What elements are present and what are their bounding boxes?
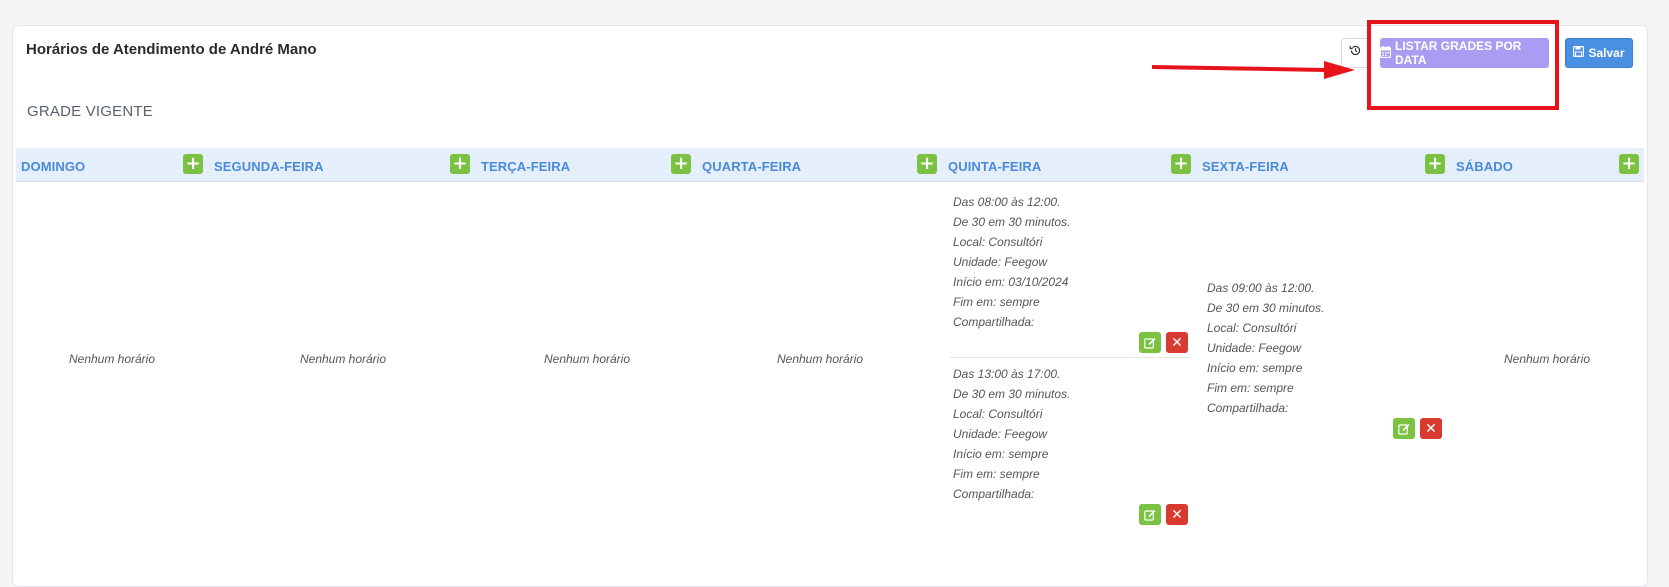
- day-label-saturday: SÁBADO: [1456, 159, 1513, 174]
- add-wednesday-slot-button[interactable]: +: [917, 154, 937, 174]
- edit-icon: [1144, 337, 1156, 349]
- close-icon: ✕: [1171, 506, 1183, 523]
- slot-end: Fim em: sempre: [1207, 381, 1294, 395]
- calendar-icon: [1379, 45, 1392, 61]
- slot-start: Início em: sempre: [953, 447, 1049, 461]
- schedule-card: [12, 25, 1648, 587]
- saturday-empty-text: Nenhum horário: [1503, 352, 1591, 366]
- monday-empty-text: Nenhum horário: [299, 352, 387, 366]
- close-icon: ✕: [1171, 334, 1183, 351]
- slot-start: Início em: sempre: [1207, 361, 1303, 375]
- day-label-wednesday: QUARTA-FEIRA: [702, 159, 802, 174]
- day-label-thursday: QUINTA-FEIRA: [948, 159, 1042, 174]
- floppy-disk-icon: [1573, 46, 1585, 60]
- list-grades-by-date-button[interactable]: LISTAR GRADES POR DATA: [1379, 38, 1549, 68]
- tuesday-empty-text: Nenhum horário: [543, 352, 631, 366]
- edit-friday-slot-1-button[interactable]: [1393, 418, 1415, 439]
- slot-local: Local: Consultóri: [953, 407, 1043, 421]
- edit-thursday-slot-1-button[interactable]: [1139, 332, 1161, 353]
- history-button[interactable]: [1341, 38, 1369, 68]
- add-thursday-slot-button[interactable]: +: [1171, 154, 1191, 174]
- slot-unit: Unidade: Feegow: [953, 255, 1048, 269]
- slot-interval: De 30 em 30 minutos.: [1207, 301, 1325, 315]
- slot-local: Local: Consultóri: [1207, 321, 1297, 335]
- slot-interval: De 30 em 30 minutos.: [953, 215, 1071, 229]
- history-icon: [1349, 44, 1362, 62]
- save-label: Salvar: [1588, 46, 1625, 60]
- slot-unit: Unidade: Feegow: [953, 427, 1048, 441]
- slot-interval: De 30 em 30 minutos.: [953, 387, 1071, 401]
- slot-shared: Compartilhada:: [953, 315, 1035, 329]
- close-icon: ✕: [1425, 420, 1437, 437]
- sunday-empty-text: Nenhum horário: [68, 352, 156, 366]
- slot-time: Das 09:00 às 12:00.: [1207, 281, 1315, 295]
- thursday-slot-2: Das 13:00 às 17:00. De 30 em 30 minutos.…: [953, 364, 1070, 504]
- thursday-slot-1: Das 08:00 às 12:00. De 30 em 30 minutos.…: [953, 192, 1070, 332]
- add-saturday-slot-button[interactable]: +: [1619, 154, 1639, 174]
- slot-local: Local: Consultóri: [953, 235, 1043, 249]
- slot-start: Início em: 03/10/2024: [953, 275, 1069, 289]
- add-monday-slot-button[interactable]: +: [450, 154, 470, 174]
- edit-icon: [1144, 509, 1156, 521]
- day-label-monday: SEGUNDA-FEIRA: [214, 159, 324, 174]
- add-friday-slot-button[interactable]: +: [1425, 154, 1445, 174]
- slot-time: Das 08:00 às 12:00.: [953, 195, 1061, 209]
- delete-thursday-slot-2-button[interactable]: ✕: [1166, 504, 1188, 525]
- add-sunday-slot-button[interactable]: +: [183, 154, 203, 174]
- section-title: GRADE VIGENTE: [27, 103, 153, 120]
- delete-thursday-slot-1-button[interactable]: ✕: [1166, 332, 1188, 353]
- edit-thursday-slot-2-button[interactable]: [1139, 504, 1161, 525]
- day-label-sunday: DOMINGO: [21, 159, 86, 174]
- weekday-header-row: DOMINGO + SEGUNDA-FEIRA + TERÇA-FEIRA + …: [16, 148, 1644, 182]
- wednesday-empty-text: Nenhum horário: [776, 352, 864, 366]
- list-grades-label: LISTAR GRADES POR DATA: [1395, 39, 1522, 67]
- edit-icon: [1398, 423, 1410, 435]
- page-title: Horários de Atendimento de André Mano: [26, 41, 317, 58]
- day-label-friday: SEXTA-FEIRA: [1202, 159, 1289, 174]
- slot-shared: Compartilhada:: [1207, 401, 1289, 415]
- slot-end: Fim em: sempre: [953, 295, 1040, 309]
- day-label-tuesday: TERÇA-FEIRA: [481, 159, 571, 174]
- slot-time: Das 13:00 às 17:00.: [953, 367, 1061, 381]
- slot-end: Fim em: sempre: [953, 467, 1040, 481]
- slot-unit: Unidade: Feegow: [1207, 341, 1302, 355]
- slot-divider: [950, 357, 1190, 358]
- friday-slot-1: Das 09:00 às 12:00. De 30 em 30 minutos.…: [1207, 278, 1324, 418]
- add-tuesday-slot-button[interactable]: +: [671, 154, 691, 174]
- save-button[interactable]: Salvar: [1565, 38, 1633, 68]
- slot-shared: Compartilhada:: [953, 487, 1035, 501]
- delete-friday-slot-1-button[interactable]: ✕: [1420, 418, 1442, 439]
